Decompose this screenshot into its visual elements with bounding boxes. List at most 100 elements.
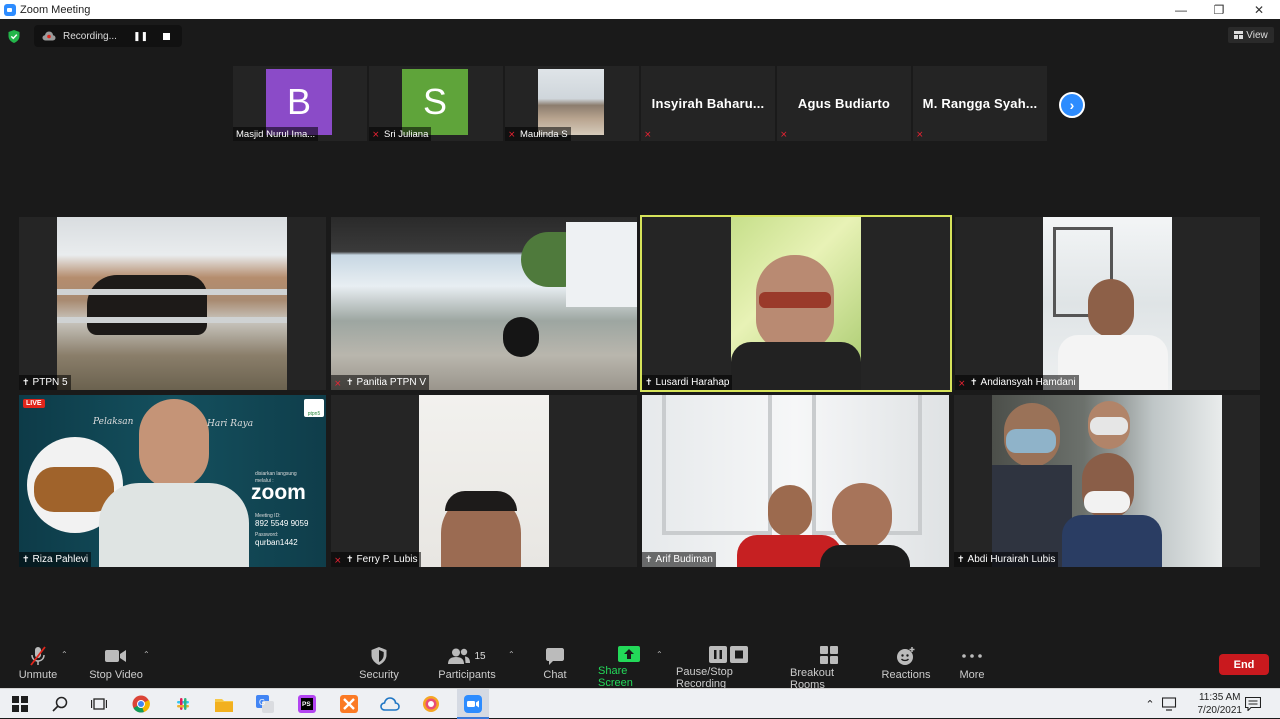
- slide-text: Pelaksan: [93, 417, 134, 427]
- colorful-app-icon[interactable]: [421, 694, 441, 714]
- participant-name: Masjid Nurul Ima...: [236, 128, 316, 140]
- video-tile-arif[interactable]: ✝ Arif Budiman: [642, 395, 949, 567]
- svg-text:PS: PS: [302, 701, 311, 708]
- mic-muted-icon: ⨯: [958, 377, 966, 388]
- mic-muted-icon: ⨯: [334, 554, 342, 565]
- video-tile-panitia[interactable]: ⨯ ✝ Panitia PTPN V: [331, 217, 637, 390]
- search-icon[interactable]: [50, 694, 70, 714]
- taskbar-clock[interactable]: 11:35 AM 7/20/2021: [1198, 691, 1243, 717]
- building: [566, 222, 637, 307]
- mic-muted-icon: ⨯: [916, 129, 924, 139]
- pause-recording-button[interactable]: ❚❚: [133, 31, 148, 42]
- video-tile-abdi[interactable]: ✝ Abdi Hurairah Lubis: [954, 395, 1260, 567]
- face-mask: [1090, 417, 1128, 435]
- reactions-label: Reactions: [881, 669, 931, 681]
- slack-icon[interactable]: [173, 694, 193, 714]
- mic-muted-icon: ⨯: [508, 129, 516, 139]
- end-meeting-button[interactable]: End: [1219, 654, 1269, 675]
- pin-icon: ✝: [970, 377, 978, 387]
- strip-tile[interactable]: B Masjid Nurul Ima...: [233, 66, 367, 141]
- stop-recording-button[interactable]: [163, 32, 171, 40]
- password-text: qurban1442: [255, 538, 298, 547]
- task-view-icon[interactable]: [89, 694, 109, 714]
- file-explorer-icon[interactable]: [214, 694, 234, 714]
- mic-muted-icon: ⨯: [372, 129, 380, 139]
- view-button[interactable]: View: [1228, 27, 1274, 43]
- face-mask: [1084, 491, 1130, 513]
- shield-icon: [371, 647, 387, 665]
- participant-name: PTPN 5: [32, 377, 68, 388]
- participants-button[interactable]: 15 Participants: [438, 646, 496, 686]
- participant-video: [731, 217, 861, 390]
- video-camera-icon: [105, 650, 126, 662]
- participant-name: Andiansyah Hamdani: [980, 377, 1076, 388]
- participant-name-tag: ⨯ Maulinda S: [505, 127, 571, 141]
- share-options-caret-icon[interactable]: ⌃: [656, 650, 663, 659]
- audio-options-caret-icon[interactable]: ⌃: [61, 650, 68, 659]
- cloud-app-icon[interactable]: [380, 694, 400, 714]
- strip-tile[interactable]: Insyirah Baharu... ⨯: [641, 66, 775, 141]
- participant-name-tag: ⨯ ✝ Andiansyah Hamdani: [955, 375, 1079, 390]
- video-options-caret-icon[interactable]: ⌃: [143, 650, 150, 659]
- microphone-muted-icon: [30, 646, 46, 666]
- mic-muted-icon: ⨯: [334, 377, 342, 388]
- windows-start-icon[interactable]: [10, 694, 30, 714]
- strip-tile[interactable]: ⨯ Maulinda S: [505, 66, 639, 141]
- live-badge: LIVE: [23, 399, 45, 408]
- xampp-icon[interactable]: [339, 694, 359, 714]
- google-translate-icon[interactable]: G: [255, 694, 275, 714]
- recording-label: Recording...: [63, 30, 117, 42]
- pin-icon: ✝: [22, 554, 30, 564]
- participants-options-caret-icon[interactable]: ⌃: [508, 650, 515, 659]
- video-tile-ferry[interactable]: ⨯ ✝ Ferry P. Lubis: [331, 395, 637, 567]
- avatar: S: [402, 69, 468, 135]
- strip-tile[interactable]: Agus Budiarto ⨯: [777, 66, 911, 141]
- chat-label: Chat: [543, 669, 567, 681]
- minimize-button[interactable]: —: [1162, 0, 1200, 19]
- participants-count: 15: [474, 650, 486, 662]
- next-page-chevron-icon[interactable]: ›: [1059, 92, 1085, 118]
- shirt: [1062, 515, 1162, 567]
- zoom-logo-text: zoom: [251, 481, 306, 504]
- stop-video-button[interactable]: Stop Video: [88, 646, 144, 686]
- video-tile-riza[interactable]: Pelaksan Hari Raya disiarkan langsung me…: [19, 395, 326, 567]
- tray-network-icon[interactable]: [1160, 694, 1180, 714]
- encryption-shield-icon[interactable]: [6, 28, 22, 44]
- participant-name-tag: ✝ Arif Budiman: [642, 552, 716, 567]
- security-button[interactable]: Security: [358, 646, 400, 686]
- breakout-rooms-button[interactable]: Breakout Rooms: [790, 646, 868, 691]
- reactions-button[interactable]: Reactions: [880, 646, 932, 686]
- more-button[interactable]: More: [956, 646, 988, 686]
- unmute-button[interactable]: Unmute: [18, 646, 58, 686]
- fence: [57, 289, 287, 295]
- pin-icon: ✝: [957, 554, 965, 564]
- tray-chevron-up-icon[interactable]: ⌃: [1140, 694, 1160, 714]
- unmute-label: Unmute: [18, 669, 58, 681]
- chat-button[interactable]: Chat: [538, 646, 572, 686]
- strip-tile[interactable]: S ⨯ Sri Juliana: [369, 66, 503, 141]
- close-button[interactable]: ✕: [1240, 0, 1278, 19]
- video-tile-ptpn5[interactable]: ✝ PTPN 5: [19, 217, 326, 390]
- participant-name: Riza Pahlevi: [32, 554, 89, 565]
- smiley-plus-icon: [897, 647, 915, 665]
- participant-name: Maulinda S: [520, 128, 568, 140]
- share-screen-button[interactable]: Share Screen: [598, 646, 660, 689]
- phpstorm-icon[interactable]: PS: [297, 694, 317, 714]
- participant-name-tag: ✝ Riza Pahlevi: [19, 552, 92, 567]
- strip-tile[interactable]: M. Rangga Syah... ⨯: [913, 66, 1047, 141]
- participant-video: [538, 69, 604, 135]
- clock-date: 7/20/2021: [1197, 705, 1243, 716]
- participant-video: Pelaksan Hari Raya disiarkan langsung me…: [19, 395, 326, 567]
- participant-strip: B Masjid Nurul Ima... S ⨯ Sri Juliana ⨯ Ma…: [233, 66, 1047, 141]
- pause-stop-recording-button[interactable]: Pause/Stop Recording: [676, 646, 780, 690]
- video-tile-andiansyah[interactable]: ⨯ ✝ Andiansyah Hamdani: [955, 217, 1260, 390]
- zoom-taskbar-icon[interactable]: [463, 694, 483, 714]
- participant-name-tag: Masjid Nurul Ima...: [233, 127, 319, 141]
- video-tile-lusardi-active-speaker[interactable]: ✝ Lusardi Harahap: [640, 215, 952, 392]
- notification-center-icon[interactable]: [1243, 694, 1263, 714]
- person-face: [1088, 279, 1134, 337]
- chrome-icon[interactable]: [131, 694, 151, 714]
- ptpn5-logo: ptpn5: [304, 399, 324, 417]
- restore-button[interactable]: ❐: [1200, 0, 1238, 19]
- participant-name-tag: ✝ Abdi Hurairah Lubis: [954, 552, 1059, 567]
